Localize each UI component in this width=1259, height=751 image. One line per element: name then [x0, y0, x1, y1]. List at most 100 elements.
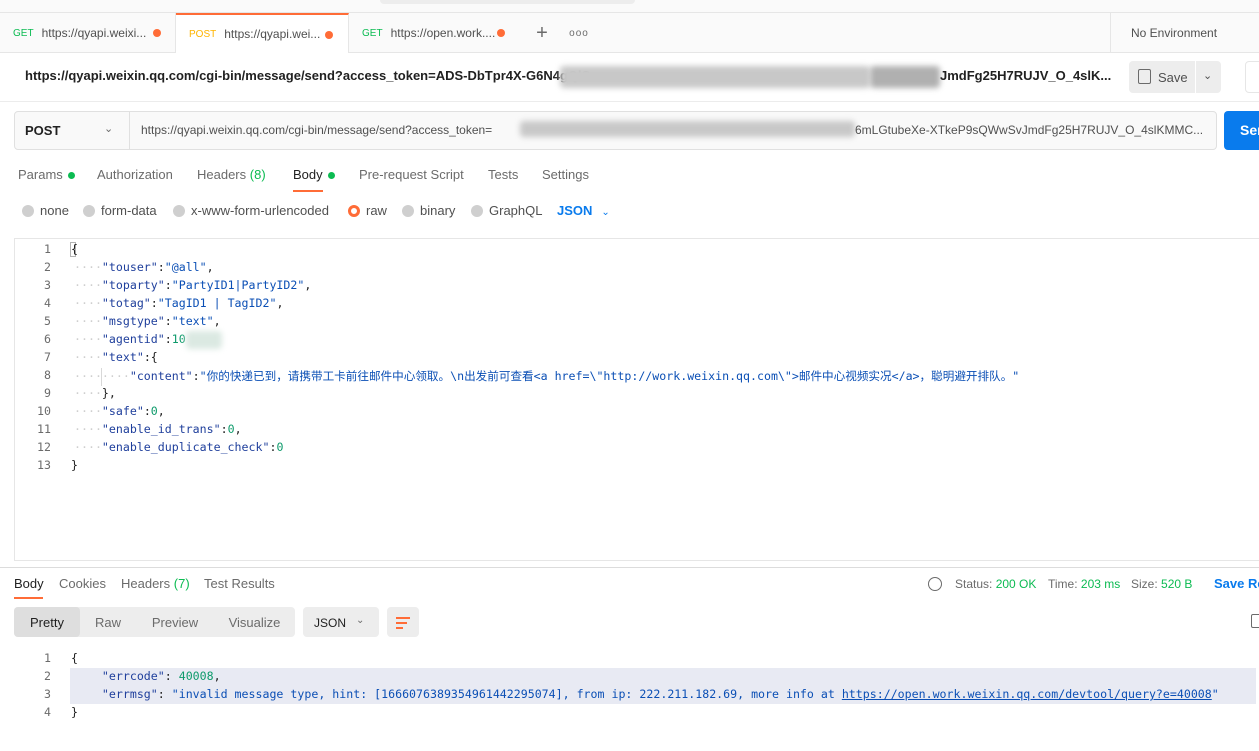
- plus-icon[interactable]: +: [532, 13, 552, 53]
- method-selector[interactable]: POST ⌄: [14, 111, 130, 150]
- code-line: {: [71, 651, 78, 665]
- response-tab-test-results[interactable]: Test Results: [204, 576, 275, 591]
- radio-label: x-www-form-urlencoded: [191, 203, 329, 218]
- view-visualize[interactable]: Visualize: [214, 607, 295, 637]
- tab-url: https://qyapi.wei...: [224, 27, 321, 41]
- redacted-token: [560, 66, 870, 88]
- line-number: 10: [37, 404, 51, 418]
- tab-headers[interactable]: Headers (8): [197, 167, 266, 182]
- send-button[interactable]: Send: [1224, 111, 1259, 150]
- more-icon[interactable]: ooo: [569, 13, 589, 53]
- radio-icon: [83, 204, 95, 217]
- line-number: 1: [44, 651, 51, 665]
- body-format-select[interactable]: JSON ⌄: [557, 203, 610, 218]
- tab-label: Body: [293, 167, 323, 182]
- view-pretty[interactable]: Pretty: [14, 607, 80, 637]
- line-number: 9: [44, 386, 51, 400]
- tab-url: https://open.work....: [390, 26, 496, 40]
- radio-graphql[interactable]: GraphQL: [471, 203, 542, 218]
- line-number: 6: [44, 332, 51, 346]
- tab-get-qyapi[interactable]: GET https://qyapi.weixi...: [0, 13, 176, 53]
- radio-selected-icon: [348, 204, 360, 217]
- tab-settings[interactable]: Settings: [542, 167, 589, 182]
- tab-url: https://qyapi.weixi...: [41, 26, 147, 40]
- redacted-token: [870, 66, 940, 88]
- pane-resizer[interactable]: [0, 567, 1259, 568]
- code-line: ····"enable_duplicate_check":0: [74, 440, 284, 454]
- radio-label: none: [40, 203, 69, 218]
- code-line: ····"msgtype":"text",: [74, 314, 221, 328]
- tab-body[interactable]: Body: [293, 167, 335, 182]
- global-search-bar[interactable]: [380, 0, 635, 4]
- save-label: Save: [1158, 70, 1188, 85]
- code-line: }: [71, 705, 78, 719]
- response-format-select[interactable]: JSON ⌄: [303, 607, 379, 637]
- code-line: ····"toparty":"PartyID1|PartyID2",: [74, 278, 312, 292]
- size-readout: Size: 520 B: [1131, 577, 1193, 591]
- url-input[interactable]: https://qyapi.weixin.qq.com/cgi-bin/mess…: [141, 123, 492, 137]
- radio-urlencoded[interactable]: x-www-form-urlencoded: [173, 203, 329, 218]
- radio-raw[interactable]: raw: [348, 203, 387, 218]
- tab-authorization[interactable]: Authorization: [97, 167, 173, 182]
- chevron-down-icon: ⌄: [356, 615, 365, 626]
- tab-method: POST: [189, 28, 217, 40]
- code-line: ········"content":"你的快递已到，请携带工卡前往邮件中心领取。…: [74, 369, 1020, 383]
- status-dot-icon: [327, 172, 335, 180]
- radio-icon: [22, 204, 34, 217]
- line-number: 4: [44, 705, 51, 719]
- radio-label: raw: [366, 203, 387, 218]
- line-number: 3: [44, 687, 51, 701]
- redacted-agentid: [186, 331, 222, 349]
- wrap-lines-icon[interactable]: [387, 607, 419, 637]
- tab-post-qyapi[interactable]: POST https://qyapi.wei...: [176, 13, 349, 53]
- line-number: 8: [44, 368, 51, 382]
- tab-method: GET: [362, 27, 383, 39]
- unsaved-dot-icon: [497, 29, 505, 37]
- radio-none[interactable]: none: [22, 203, 69, 218]
- line-number: 13: [37, 458, 51, 472]
- radio-icon: [173, 204, 185, 217]
- tab-params[interactable]: Params: [18, 167, 75, 182]
- count-badge: (7): [173, 576, 190, 591]
- save-button[interactable]: Save ⌄: [1129, 61, 1221, 93]
- tab-label: Params: [18, 167, 63, 182]
- code-line: ····},: [74, 386, 116, 400]
- line-number: 2: [44, 669, 51, 683]
- line-number: 3: [44, 278, 51, 292]
- line-number: 4: [44, 296, 51, 310]
- radio-binary[interactable]: binary: [402, 203, 455, 218]
- tab-tests[interactable]: Tests: [488, 167, 518, 182]
- tab-label: Headers: [121, 576, 171, 591]
- view-raw[interactable]: Raw: [80, 607, 136, 637]
- environment-selector[interactable]: No Environment: [1110, 13, 1259, 53]
- request-title-tail: JmdFg25H7RUJV_O_4slK...: [940, 68, 1112, 83]
- line-number: 7: [44, 350, 51, 364]
- errmsg-link[interactable]: https://open.work.weixin.qq.com/devtool/…: [842, 687, 1212, 701]
- request-title[interactable]: https://qyapi.weixin.qq.com/cgi-bin/mess…: [25, 68, 590, 83]
- line-number: 11: [37, 422, 51, 436]
- edit-icon[interactable]: [1245, 61, 1259, 93]
- copy-icon[interactable]: [1251, 614, 1259, 628]
- tab-get-open-work[interactable]: GET https://open.work....: [349, 13, 519, 53]
- format-label: JSON: [314, 616, 347, 630]
- unsaved-dot-icon: [325, 31, 333, 39]
- radio-form-data[interactable]: form-data: [83, 203, 157, 218]
- response-tab-body[interactable]: Body: [14, 576, 44, 591]
- chevron-down-icon: ⌄: [104, 123, 114, 135]
- tab-prerequest-script[interactable]: Pre-request Script: [359, 167, 464, 182]
- code-line: ····"safe":0,: [74, 404, 165, 418]
- response-tab-cookies[interactable]: Cookies: [59, 576, 106, 591]
- code-line: "errcode": 40008,: [101, 669, 221, 683]
- code-line: "errmsg": "invalid message type, hint: […: [101, 687, 1219, 701]
- code-line: }: [71, 458, 78, 472]
- save-response-button[interactable]: Save Response: [1214, 576, 1259, 591]
- active-tab-underline: [14, 597, 43, 599]
- radio-icon: [402, 204, 414, 217]
- code-line: ····"agentid":10: [74, 332, 186, 346]
- view-preview[interactable]: Preview: [136, 607, 214, 637]
- globe-icon[interactable]: [928, 577, 942, 591]
- chevron-down-icon[interactable]: ⌄: [1203, 69, 1212, 82]
- tab-label: Headers: [197, 167, 247, 182]
- active-tab-underline: [293, 190, 323, 192]
- response-tab-headers[interactable]: Headers (7): [121, 576, 190, 591]
